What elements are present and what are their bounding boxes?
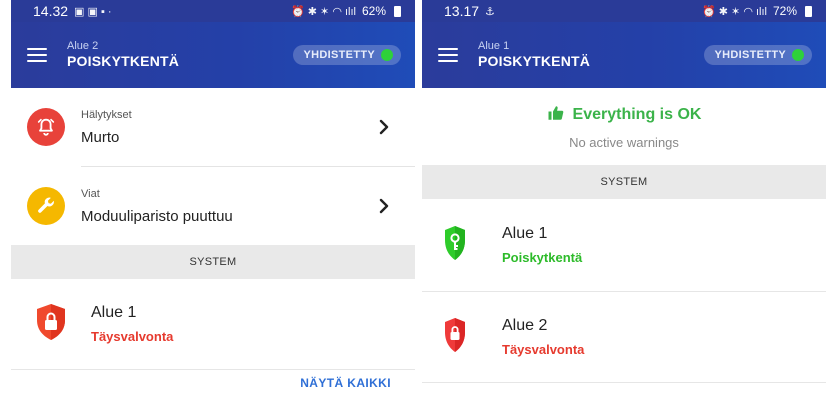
area-name: Alue 1 — [502, 225, 548, 242]
system-status-icons: ⏰ ✱ ✶ ◠ ılıl — [702, 5, 767, 18]
alarms-label: Hälytykset — [81, 108, 132, 121]
area-row-alue-2[interactable]: Alue 2 Täysvalvonta — [422, 292, 826, 382]
notification-icons: ⚓ — [485, 5, 495, 18]
menu-icon[interactable] — [438, 48, 458, 62]
menu-icon[interactable] — [27, 48, 47, 62]
app-bar: Alue 2 POISKYTKENTÄ YHDISTETTY — [11, 22, 415, 88]
page-title: POISKYTKENTÄ — [478, 53, 591, 69]
area-name: Alue 1 — [91, 304, 137, 321]
battery-percent: 62% — [361, 4, 386, 18]
alarms-value: Murto — [81, 128, 120, 146]
connection-status-chip[interactable]: YHDISTETTY — [703, 45, 812, 65]
battery-percent: 72% — [772, 4, 797, 18]
area-row-alue-1[interactable]: Alue 1 Täysvalvonta — [11, 279, 415, 369]
status-time: 14.32 — [33, 3, 69, 19]
alarms-row[interactable]: Hälytykset Murto — [11, 88, 415, 166]
alarm-bell-icon — [27, 108, 65, 146]
chevron-right-icon — [379, 119, 393, 135]
status-summary: Everything is OK No active warnings — [422, 88, 826, 165]
faults-label: Viat — [81, 187, 100, 200]
connection-status-label: YHDISTETTY — [714, 49, 786, 61]
thumbs-up-icon — [547, 104, 565, 127]
connected-indicator-icon — [381, 49, 393, 61]
area-status: Täysvalvonta — [91, 329, 174, 344]
status-ok-title: Everything is OK — [572, 106, 702, 123]
status-bar: 13.17 ⚓ ⏰ ✱ ✶ ◠ ılıl 72% — [422, 0, 826, 22]
left-screen: 14.32 ▣ ▣ ▪ · ⏰ ✱ ✶ ◠ ılıl 62% Alue 2 PO… — [11, 0, 415, 398]
app-bar-subtitle: Alue 2 — [67, 40, 99, 52]
divider — [11, 369, 415, 370]
app-bar: Alue 1 POISKYTKENTÄ YHDISTETTY — [422, 22, 826, 88]
area-status: Täysvalvonta — [502, 342, 585, 357]
area-name: Alue 2 — [502, 317, 548, 334]
status-bar: 14.32 ▣ ▣ ▪ · ⏰ ✱ ✶ ◠ ılıl 62% — [11, 0, 415, 22]
lock-shield-icon — [35, 303, 69, 346]
connected-indicator-icon — [792, 49, 804, 61]
key-shield-icon — [444, 225, 468, 266]
chevron-right-icon — [379, 198, 393, 214]
show-all-link[interactable]: NÄYTÄ KAIKKI — [300, 376, 391, 390]
notification-icons: ▣ ▣ ▪ · — [74, 5, 112, 18]
page-title: POISKYTKENTÄ — [67, 53, 180, 69]
status-ok-subtitle: No active warnings — [569, 134, 679, 150]
connection-status-label: YHDISTETTY — [303, 49, 375, 61]
section-header-system: SYSTEM — [11, 245, 415, 279]
battery-icon — [805, 5, 812, 17]
connection-status-chip[interactable]: YHDISTETTY — [292, 45, 401, 65]
wrench-icon — [27, 187, 65, 225]
section-header-system: SYSTEM — [422, 165, 826, 199]
status-time: 13.17 — [444, 3, 480, 19]
right-screen: 13.17 ⚓ ⏰ ✱ ✶ ◠ ılıl 72% Alue 1 POISKYTK… — [422, 0, 826, 398]
faults-row[interactable]: Viat Moduuliparisto puuttuu — [11, 167, 415, 245]
area-row-alue-1[interactable]: Alue 1 Poiskytkentä — [422, 199, 826, 291]
system-status-icons: ⏰ ✱ ✶ ◠ ılıl — [291, 5, 356, 18]
battery-icon — [394, 5, 401, 17]
divider — [422, 382, 826, 383]
lock-shield-icon — [444, 317, 468, 358]
area-status: Poiskytkentä — [502, 250, 583, 265]
faults-value: Moduuliparisto puuttuu — [81, 207, 233, 225]
app-bar-subtitle: Alue 1 — [478, 40, 510, 52]
